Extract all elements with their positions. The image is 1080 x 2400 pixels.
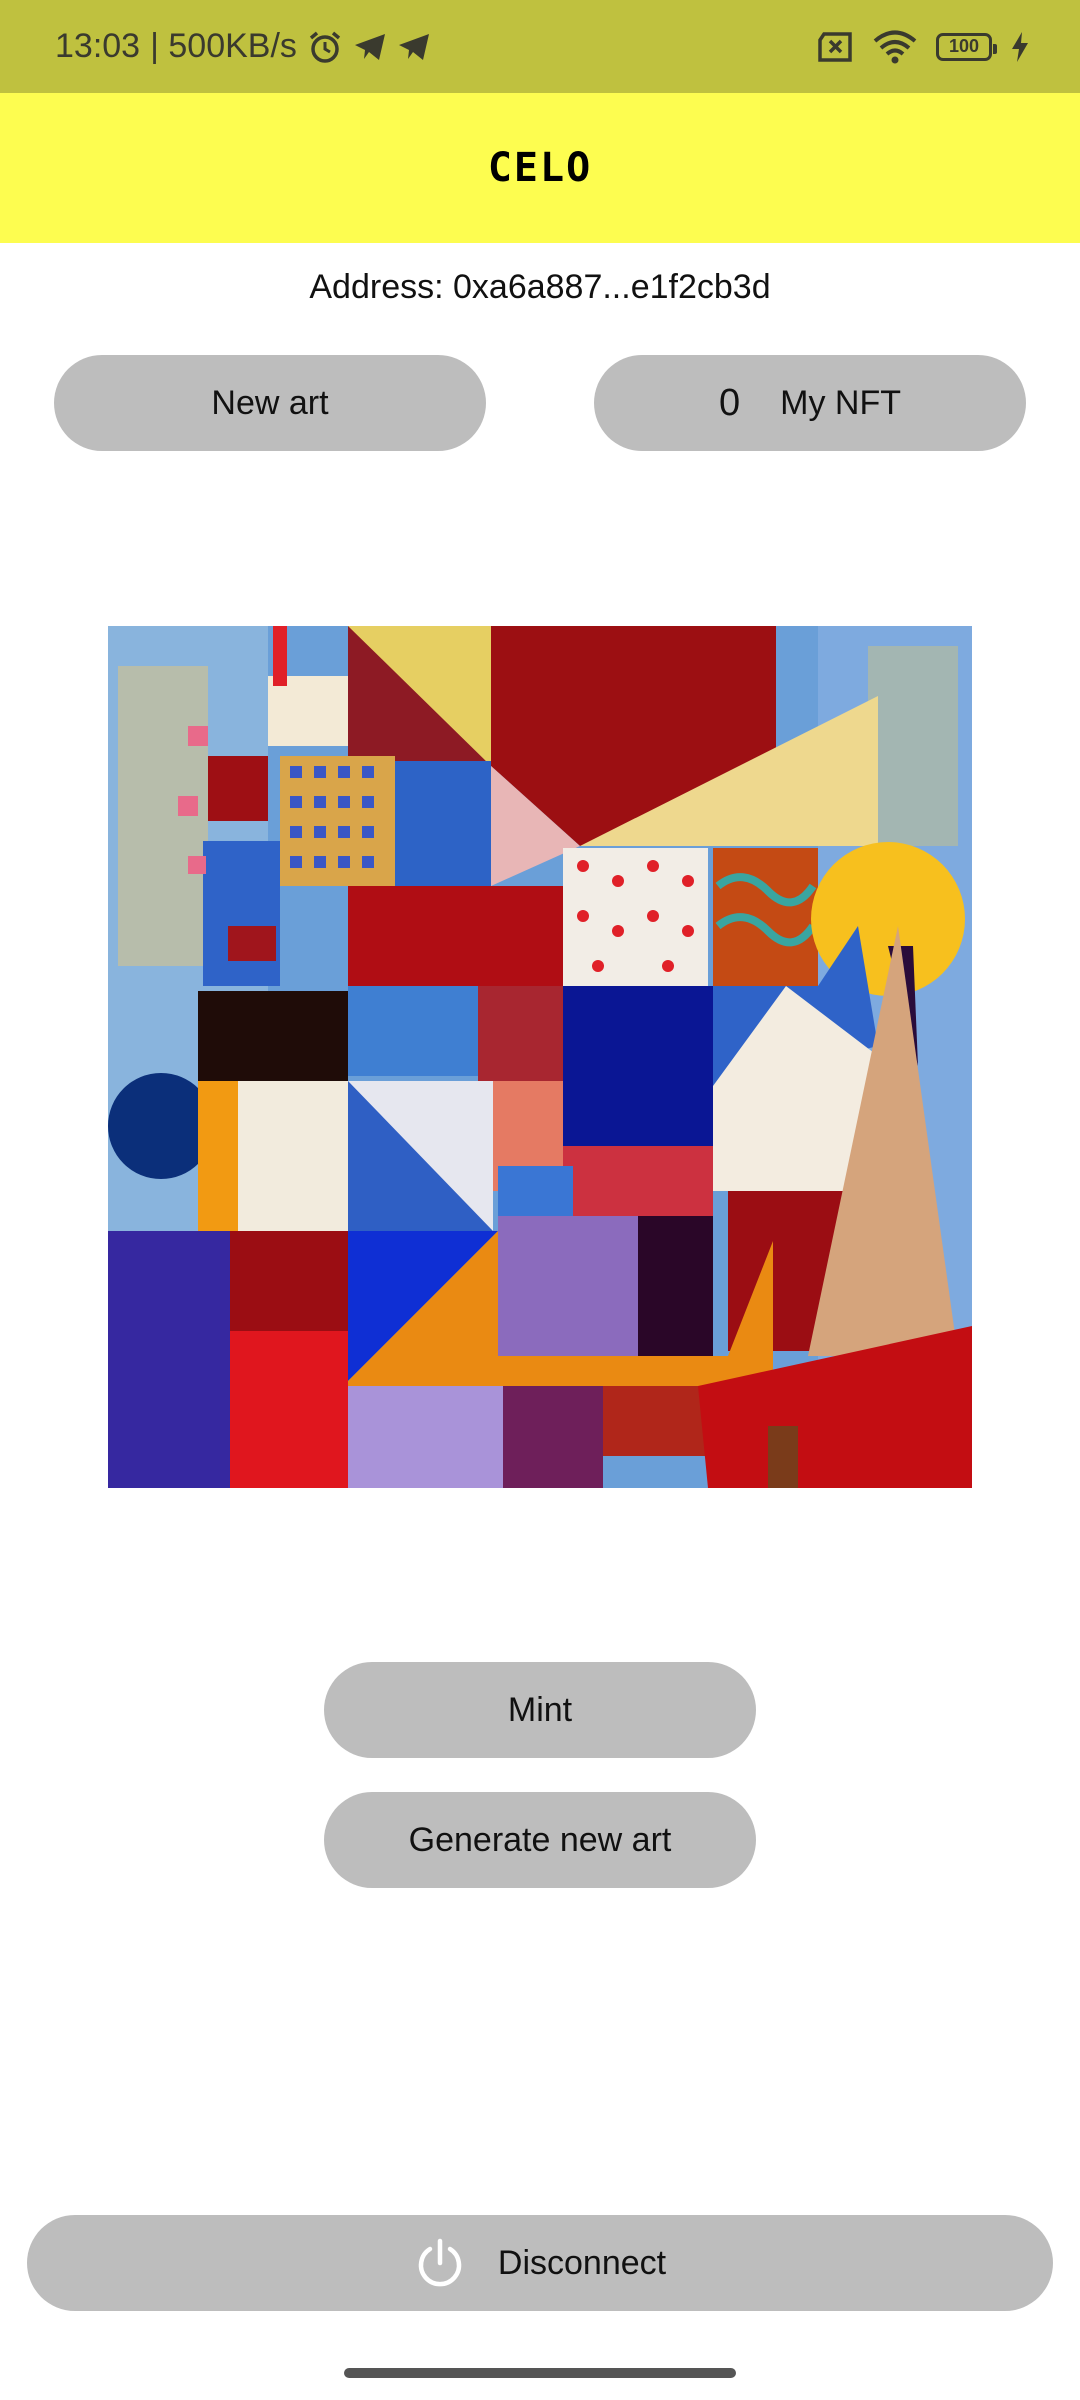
mint-button[interactable]: Mint [324, 1662, 756, 1758]
power-icon [414, 2237, 466, 2289]
nft-count: 0 [719, 381, 741, 424]
wifi-icon [872, 30, 918, 64]
home-indicator[interactable] [344, 2368, 736, 2378]
wallet-address: Address: 0xa6a887...e1f2cb3d [309, 268, 771, 306]
telegram-icon [353, 32, 387, 62]
status-time: 13:03 [55, 27, 141, 65]
status-left: 13:03 | 500KB/s [55, 0, 431, 93]
disconnect-button[interactable]: Disconnect [27, 2215, 1053, 2311]
charging-icon [1010, 31, 1030, 63]
app-header: CELO [0, 93, 1080, 243]
generate-new-art-button[interactable]: Generate new art [324, 1792, 756, 1888]
status-right: 100 [816, 0, 1030, 93]
mint-label: Mint [507, 1690, 573, 1729]
battery-level: 100 [948, 36, 980, 56]
network-speed: | 500KB/s [150, 27, 297, 65]
alarm-icon [307, 29, 343, 65]
my-nft-label: My NFT [780, 383, 901, 422]
generate-label: Generate new art [408, 1820, 672, 1859]
new-art-label: New art [211, 383, 329, 422]
generated-art-image [108, 626, 972, 1488]
status-bar: 13:03 | 500KB/s 100 [0, 0, 1080, 93]
new-art-button[interactable]: New art [54, 355, 486, 451]
disconnect-label: Disconnect [497, 2243, 667, 2282]
telegram-icon [397, 32, 431, 62]
battery-icon: 100 [936, 32, 997, 61]
no-sim-icon [816, 31, 854, 62]
my-nft-button[interactable]: 0 My NFT [594, 355, 1026, 451]
celo-logo: CELO [487, 145, 593, 191]
